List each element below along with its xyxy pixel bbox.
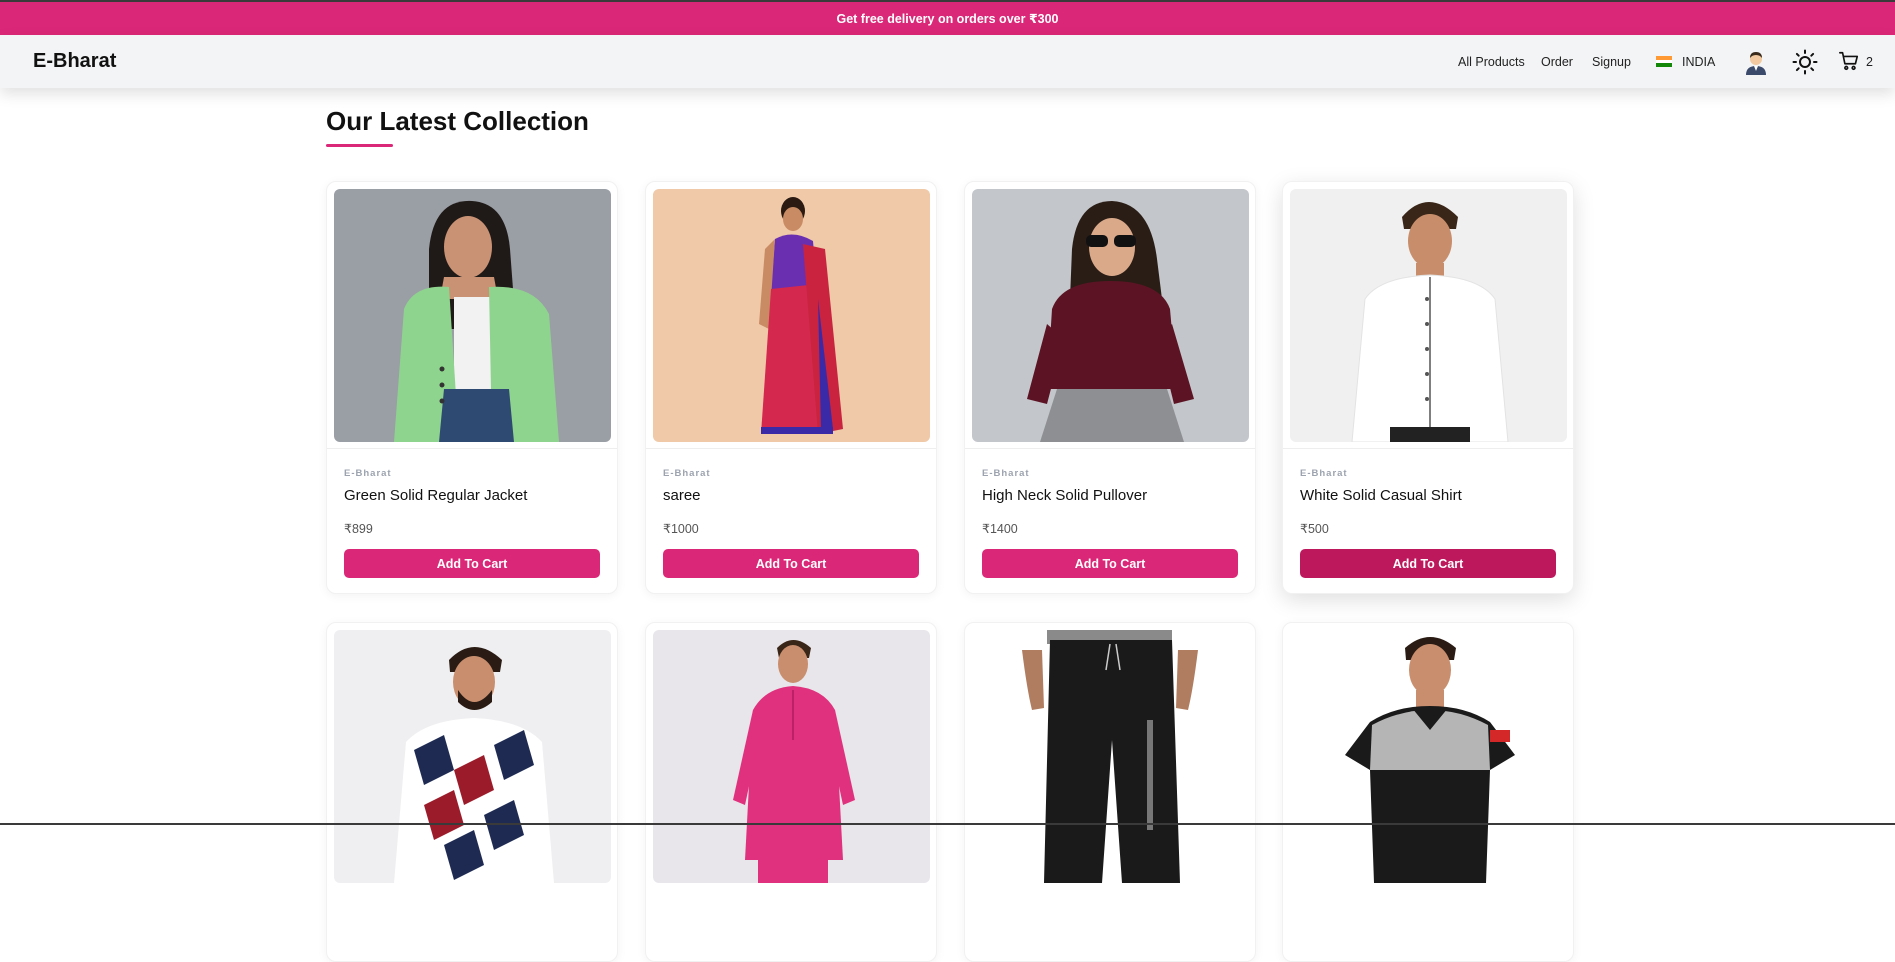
product-card-8[interactable]: [1282, 622, 1574, 962]
product-image-white-shirt[interactable]: [1290, 189, 1567, 442]
site-logo[interactable]: E-Bharat: [33, 35, 116, 88]
product-brand: E-Bharat: [1300, 468, 1348, 479]
nav-link-all-products[interactable]: All Products: [1458, 35, 1525, 88]
card-divider: [646, 448, 936, 449]
product-image-green-jacket[interactable]: [334, 189, 611, 442]
navbar: E-Bharat All Products Order Signup INDIA: [0, 35, 1895, 88]
product-image-polo-tshirt[interactable]: [1290, 630, 1567, 883]
product-card-3[interactable]: E-Bharat High Neck Solid Pullover ₹1400 …: [964, 181, 1256, 594]
add-to-cart-button[interactable]: Add To Cart: [1300, 549, 1556, 578]
product-card-6[interactable]: [645, 622, 937, 962]
product-image-pink-kurta[interactable]: [653, 630, 930, 883]
product-name[interactable]: Green Solid Regular Jacket: [344, 487, 527, 504]
promo-text: Get free delivery on orders over ₹300: [836, 12, 1059, 26]
product-price: ₹1000: [663, 522, 699, 536]
product-price: ₹500: [1300, 522, 1329, 536]
nav-link-signup[interactable]: Signup: [1592, 35, 1631, 88]
product-card-1[interactable]: E-Bharat Green Solid Regular Jacket ₹899…: [326, 181, 618, 594]
product-card-7[interactable]: [964, 622, 1256, 962]
product-image-pullover[interactable]: [972, 189, 1249, 442]
product-card-4[interactable]: E-Bharat White Solid Casual Shirt ₹500 A…: [1282, 181, 1574, 594]
india-flag-icon: [1656, 56, 1672, 67]
card-divider: [1283, 448, 1573, 449]
add-to-cart-button[interactable]: Add To Cart: [982, 549, 1238, 578]
card-divider: [965, 448, 1255, 449]
product-name[interactable]: White Solid Casual Shirt: [1300, 487, 1462, 504]
title-underline: [326, 144, 393, 147]
sun-icon[interactable]: [1792, 49, 1818, 75]
product-image-saree[interactable]: [653, 189, 930, 442]
add-to-cart-button[interactable]: Add To Cart: [663, 549, 919, 578]
product-image-joggers[interactable]: [972, 630, 1249, 883]
product-card-2[interactable]: E-Bharat saree ₹1000 Add To Cart: [645, 181, 937, 594]
product-price: ₹899: [344, 522, 373, 536]
add-to-cart-button[interactable]: Add To Cart: [344, 549, 600, 578]
product-price: ₹1400: [982, 522, 1018, 536]
product-image-printed-shirt[interactable]: [334, 630, 611, 883]
promo-banner: Get free delivery on orders over ₹300: [0, 2, 1895, 35]
cart-count[interactable]: 2: [1866, 35, 1873, 88]
product-card-5[interactable]: [326, 622, 618, 962]
product-name[interactable]: High Neck Solid Pullover: [982, 487, 1147, 504]
product-brand: E-Bharat: [663, 468, 711, 479]
product-name[interactable]: saree: [663, 487, 701, 504]
country-label[interactable]: INDIA: [1682, 35, 1715, 88]
nav-link-order[interactable]: Order: [1541, 35, 1573, 88]
product-brand: E-Bharat: [344, 468, 392, 479]
product-brand: E-Bharat: [982, 468, 1030, 479]
section-title: Our Latest Collection: [326, 106, 589, 136]
user-avatar-icon[interactable]: [1743, 49, 1769, 75]
cart-icon[interactable]: [1838, 50, 1860, 72]
card-divider: [327, 448, 617, 449]
